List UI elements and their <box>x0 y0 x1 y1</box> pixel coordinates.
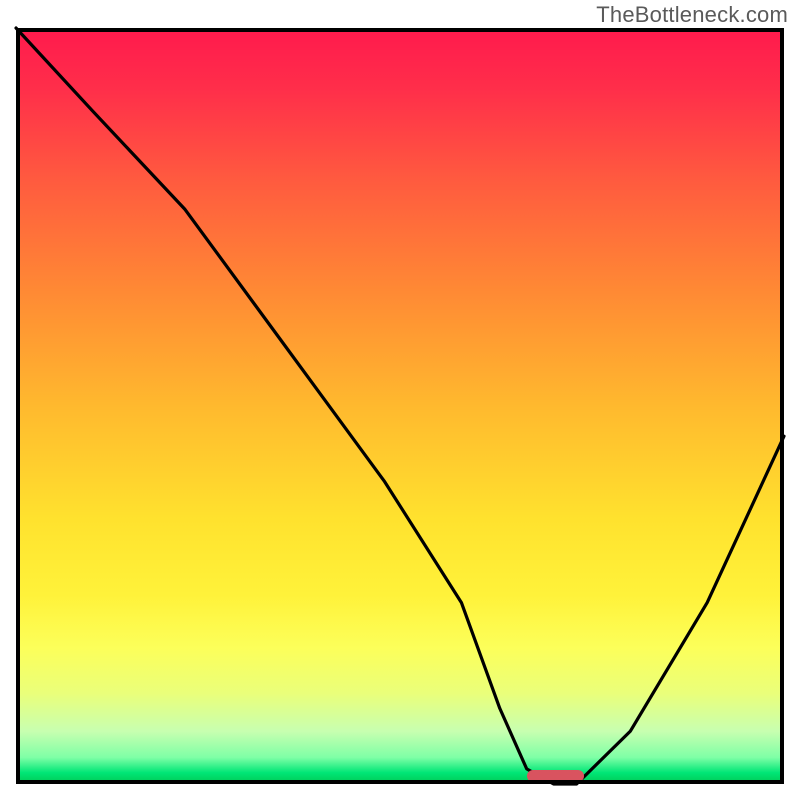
optimal-range-marker <box>527 770 585 782</box>
chart-container: TheBottleneck.com <box>0 0 800 800</box>
plot-area <box>16 28 784 784</box>
watermark-text: TheBottleneck.com <box>596 2 788 28</box>
curve-svg <box>16 28 784 784</box>
bottleneck-curve-path <box>16 28 784 784</box>
